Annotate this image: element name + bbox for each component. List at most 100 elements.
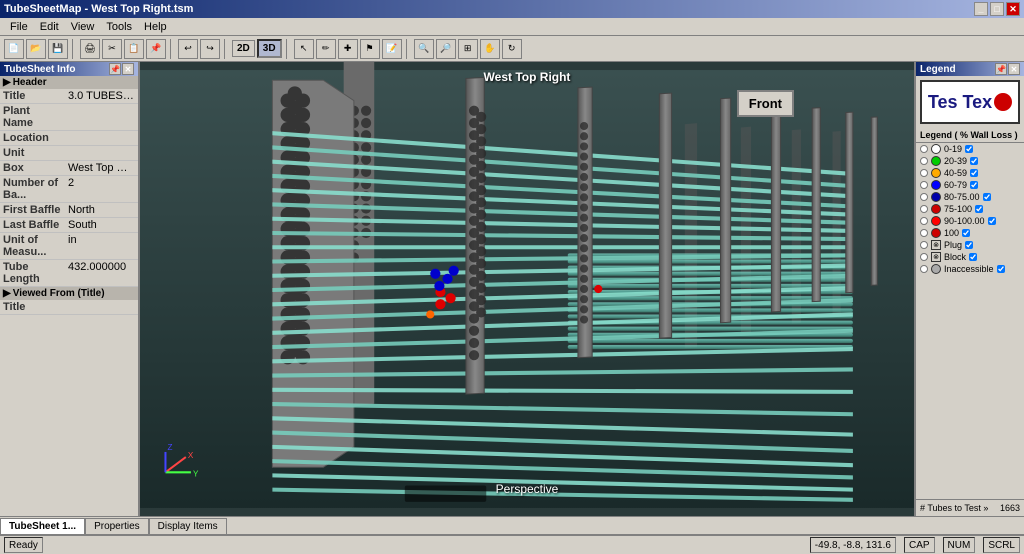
info-unit-row: Unit [0, 146, 138, 161]
title-bar: TubeSheetMap - West Top Right.tsm _ □ ✕ [0, 0, 1024, 18]
legend-check-7[interactable] [962, 229, 970, 237]
flag-tool[interactable]: ⚑ [360, 39, 380, 59]
legend-check-block[interactable] [969, 253, 977, 261]
status-coordinates: -49.8, -8.8, 131.6 [810, 537, 896, 553]
tab-properties[interactable]: Properties [85, 518, 149, 534]
legend-item-0: 0-19 [916, 143, 1024, 155]
legend-check-6[interactable] [988, 217, 996, 225]
panel-title: TubeSheet Info [4, 64, 75, 75]
redo-button[interactable]: ↪ [200, 39, 220, 59]
menu-tools[interactable]: Tools [100, 19, 138, 35]
legend-pin-button[interactable]: 📌 [995, 63, 1007, 75]
legend-title: Legend [920, 64, 956, 75]
panel-title-bar: TubeSheet Info 📌 ✕ [0, 62, 138, 76]
viewport-top-label: West Top Right [484, 70, 571, 84]
legend-radio-3[interactable] [920, 181, 928, 189]
legend-color-2 [931, 168, 941, 178]
legend-radio-4[interactable] [920, 193, 928, 201]
pan-button[interactable]: ✋ [480, 39, 500, 59]
open-button[interactable]: 📂 [26, 39, 46, 59]
info-last-baffle-row: Last Baffle South [0, 218, 138, 233]
tubes-to-test-label: # Tubes to Test » [920, 503, 988, 513]
pointer-tool[interactable]: ↖ [294, 39, 314, 59]
legend-footer: # Tubes to Test » 1663 [916, 499, 1024, 516]
legend-label-5: 75-100 [944, 204, 972, 214]
legend-radio-plug[interactable] [920, 241, 928, 249]
header-section: ▶ Header [0, 76, 138, 89]
info-num-baffles-row: Number of Ba... 2 [0, 176, 138, 203]
legend-radio-1[interactable] [920, 157, 928, 165]
legend-check-3[interactable] [970, 181, 978, 189]
legend-radio-block[interactable] [920, 253, 928, 261]
info-unit-meas-row: Unit of Measu... in [0, 233, 138, 260]
viewport-bottom-label: Perspective [496, 482, 559, 496]
paste-button[interactable]: 📌 [146, 39, 166, 59]
tab-tubesheet[interactable]: TubeSheet 1... [0, 518, 85, 534]
legend-check-plug[interactable] [965, 241, 973, 249]
legend-color-3 [931, 180, 941, 190]
cut-button[interactable]: ✂ [102, 39, 122, 59]
legend-radio-0[interactable] [920, 145, 928, 153]
menu-bar: File Edit View Tools Help [0, 18, 1024, 36]
legend-check-0[interactable] [965, 145, 973, 153]
company-logo: Tes Tex [920, 80, 1020, 124]
legend-radio-6[interactable] [920, 217, 928, 225]
info-first-baffle-row: First Baffle North [0, 203, 138, 218]
legend-item-3: 60-79 [916, 179, 1024, 191]
legend-section-title: Legend ( % Wall Loss ) [916, 128, 1024, 143]
panel-pin-button[interactable]: 📌 [109, 63, 121, 75]
menu-edit[interactable]: Edit [34, 19, 65, 35]
fit-button[interactable]: ⊞ [458, 39, 478, 59]
right-legend-panel: Legend 📌 ✕ Tes Tex Legend ( % Wall Loss … [914, 62, 1024, 516]
legend-check-5[interactable] [975, 205, 983, 213]
svg-text:X: X [188, 451, 194, 460]
new-button[interactable]: 📄 [4, 39, 24, 59]
legend-color-4 [931, 192, 941, 202]
legend-color-7 [931, 228, 941, 238]
legend-radio-2[interactable] [920, 169, 928, 177]
legend-x-plug: ⊗ [931, 240, 941, 250]
logo-text: Tes Tex [928, 92, 992, 113]
legend-label-2: 40-59 [944, 168, 967, 178]
tubes-to-test-value: 1663 [1000, 503, 1020, 513]
legend-radio-7[interactable] [920, 229, 928, 237]
legend-label-4: 80-75.00 [944, 192, 980, 202]
legend-label-0: 0-19 [944, 144, 962, 154]
print-button[interactable]: 🖨 [80, 39, 100, 59]
zoom-in-button[interactable]: 🔍 [414, 39, 434, 59]
close-button[interactable]: ✕ [1006, 2, 1020, 16]
2d-button[interactable]: 2D [232, 40, 255, 57]
save-button[interactable]: 💾 [48, 39, 68, 59]
legend-panel-title: Legend 📌 ✕ [916, 62, 1024, 76]
minimize-button[interactable]: _ [974, 2, 988, 16]
note-tool[interactable]: 📝 [382, 39, 402, 59]
legend-check-1[interactable] [970, 157, 978, 165]
legend-item-4: 80-75.00 [916, 191, 1024, 203]
info-plant-row: Plant Name [0, 104, 138, 131]
undo-button[interactable]: ↩ [178, 39, 198, 59]
legend-label-3: 60-79 [944, 180, 967, 190]
legend-label-plug: Plug [944, 240, 962, 250]
legend-radio-inacc[interactable] [920, 265, 928, 273]
info-location-row: Location [0, 131, 138, 146]
legend-check-2[interactable] [970, 169, 978, 177]
menu-file[interactable]: File [4, 19, 34, 35]
3d-button[interactable]: 3D [257, 39, 282, 58]
tab-display-items[interactable]: Display Items [149, 518, 227, 534]
rotate-button[interactable]: ↻ [502, 39, 522, 59]
maximize-button[interactable]: □ [990, 2, 1004, 16]
viewport-3d[interactable]: X Y Z Front West Top Right Perspective [140, 62, 914, 516]
cross-tool[interactable]: ✚ [338, 39, 358, 59]
title-bar-buttons: _ □ ✕ [974, 2, 1020, 16]
legend-check-inacc[interactable] [997, 265, 1005, 273]
menu-view[interactable]: View [65, 19, 101, 35]
legend-item-1: 20-39 [916, 155, 1024, 167]
pencil-tool[interactable]: ✏ [316, 39, 336, 59]
legend-radio-5[interactable] [920, 205, 928, 213]
legend-check-4[interactable] [983, 193, 991, 201]
zoom-out-button[interactable]: 🔎 [436, 39, 456, 59]
panel-close-button[interactable]: ✕ [122, 63, 134, 75]
legend-close-button[interactable]: ✕ [1008, 63, 1020, 75]
copy-button[interactable]: 📋 [124, 39, 144, 59]
menu-help[interactable]: Help [138, 19, 173, 35]
